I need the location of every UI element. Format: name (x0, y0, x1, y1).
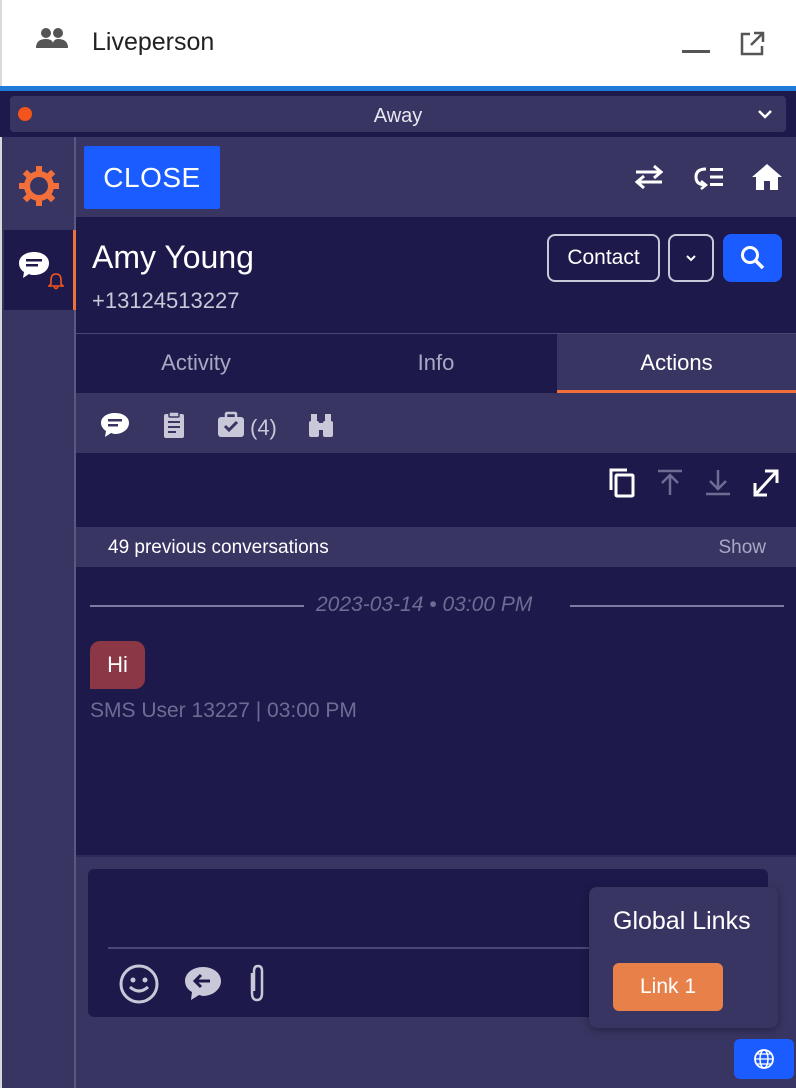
globe-icon (754, 1049, 774, 1069)
quick-reply-icon[interactable] (182, 963, 224, 1005)
link-1-button[interactable]: Link 1 (613, 963, 723, 1011)
copy-icon[interactable] (607, 467, 637, 499)
binoculars-icon[interactable] (306, 411, 336, 439)
date-divider-right (570, 605, 784, 607)
gear-icon[interactable] (18, 165, 60, 207)
previous-conversations-bar: 49 previous conversations Show (76, 527, 796, 567)
contact-name: Amy Young (92, 239, 254, 275)
status-select[interactable]: Away (10, 96, 786, 132)
contact-dropdown-button[interactable] (668, 234, 714, 282)
tab-activity[interactable]: Activity (76, 334, 316, 394)
toolbar: CLOSE (76, 137, 796, 217)
transfer-icon[interactable] (632, 161, 666, 193)
previous-conversations-text: 49 previous conversations (108, 537, 329, 558)
tasks-icon[interactable] (216, 411, 246, 439)
show-previous-link[interactable]: Show (718, 537, 766, 559)
search-icon (740, 246, 764, 270)
people-icon (36, 28, 68, 48)
home-icon[interactable] (750, 161, 784, 193)
contact-button[interactable]: Contact (547, 234, 660, 282)
transcript-toolbar (76, 453, 796, 527)
chevron-down-icon[interactable] (756, 105, 774, 123)
message-bubble: Hi (90, 641, 145, 689)
clipboard-icon[interactable] (160, 411, 190, 439)
scroll-top-icon[interactable] (655, 467, 685, 499)
emoji-icon[interactable] (118, 963, 160, 1005)
status-label: Away (373, 105, 423, 127)
contact-header: Amy Young +13124513227 Contact (76, 217, 796, 333)
status-bar: Away (0, 91, 796, 137)
queue-list-icon[interactable] (692, 161, 726, 193)
main-panel: CLOSE Amy Young +13124513227 Contact Act… (76, 137, 796, 1088)
expand-icon[interactable] (751, 467, 781, 499)
close-button[interactable]: CLOSE (84, 146, 220, 209)
message-meta: SMS User 13227 | 03:00 PM (90, 699, 357, 722)
date-divider-left (90, 605, 304, 607)
minimize-icon[interactable] (682, 50, 710, 53)
chevron-down-icon (686, 255, 696, 262)
left-rail (0, 137, 76, 1088)
rail-conversation-item[interactable] (4, 230, 76, 310)
conversation-date: 2023-03-14 • 03:00 PM (316, 593, 533, 616)
tasks-count: (4) (250, 415, 277, 440)
composer-area: Global Links Link 1 (76, 855, 796, 1088)
bell-icon (48, 273, 64, 290)
search-button[interactable] (723, 234, 782, 282)
contact-phone: +13124513227 (92, 288, 240, 313)
download-icon[interactable] (703, 467, 733, 499)
tab-info[interactable]: Info (316, 334, 556, 394)
paperclip-icon[interactable] (236, 963, 278, 1005)
popout-icon[interactable] (738, 30, 766, 58)
conversation-transcript: 2023-03-14 • 03:00 PM Hi SMS User 13227 … (76, 567, 796, 855)
composer-divider (108, 947, 628, 949)
global-links-button[interactable] (734, 1039, 794, 1079)
chat-icon[interactable] (100, 411, 130, 439)
action-subtabs: (4) (76, 393, 796, 453)
app-header: Liveperson (0, 0, 796, 86)
global-links-popover: Global Links Link 1 (589, 887, 778, 1028)
app-title: Liveperson (92, 28, 215, 56)
chat-icon (19, 252, 49, 278)
tab-actions[interactable]: Actions (557, 334, 796, 394)
global-links-title: Global Links (613, 907, 751, 935)
tab-bar: Activity Info Actions (76, 333, 796, 394)
